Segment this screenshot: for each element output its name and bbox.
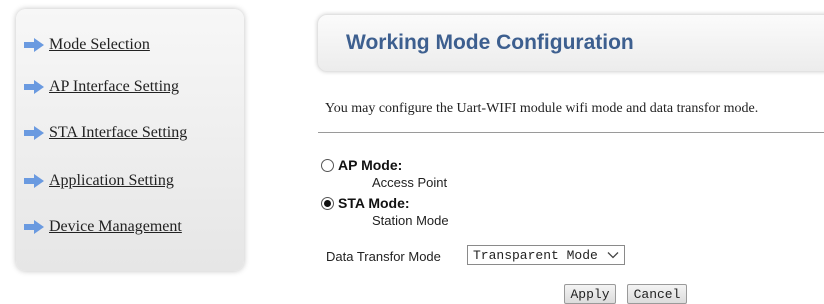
data-transfer-mode-value: Transparent Mode [473, 247, 598, 263]
data-transfer-mode-select[interactable]: Transparent Mode [467, 245, 625, 265]
sidebar-item-label[interactable]: Mode Selection [49, 36, 150, 54]
chevron-down-icon [607, 252, 619, 259]
sta-mode-radio[interactable] [321, 196, 334, 210]
divider [318, 132, 824, 133]
right-arrow-icon [24, 126, 44, 140]
sta-mode-description: Station Mode [372, 213, 449, 228]
right-arrow-icon [24, 38, 44, 52]
sidebar-item-label[interactable]: AP Interface Setting [49, 78, 179, 96]
sidebar-item-label[interactable]: Application Setting [49, 172, 174, 190]
sidebar-item-device-management[interactable]: Device Management [24, 215, 182, 239]
intro-text: You may configure the Uart-WIFI module w… [325, 101, 759, 116]
sidebar-item-label[interactable]: STA Interface Setting [49, 124, 187, 142]
ap-mode-label: AP Mode: [338, 157, 403, 173]
right-arrow-icon [24, 80, 44, 94]
right-arrow-icon [24, 220, 44, 234]
ap-mode-radio[interactable] [321, 158, 334, 172]
data-transfer-mode-label: Data Transfor Mode [326, 249, 441, 264]
cancel-button[interactable]: Cancel [627, 284, 687, 304]
ap-mode-option[interactable]: AP Mode: [321, 157, 402, 173]
ap-mode-description: Access Point [372, 175, 448, 190]
sidebar-item-ap-interface-setting[interactable]: AP Interface Setting [24, 75, 179, 99]
sidebar-item-sta-interface-setting[interactable]: STA Interface Setting [24, 121, 187, 145]
sidebar-item-application-setting[interactable]: Application Setting [24, 169, 174, 193]
page-title: Working Mode Configuration [346, 31, 634, 54]
sta-mode-option[interactable]: STA Mode: [321, 195, 410, 211]
sidebar-item-mode-selection[interactable]: Mode Selection [24, 33, 150, 57]
page-header: Working Mode Configuration [317, 14, 824, 72]
right-arrow-icon [24, 174, 44, 188]
sidebar-item-label[interactable]: Device Management [49, 218, 182, 236]
apply-button[interactable]: Apply [564, 284, 616, 304]
sta-mode-label: STA Mode: [338, 195, 410, 211]
radio-selected-dot [324, 199, 331, 207]
